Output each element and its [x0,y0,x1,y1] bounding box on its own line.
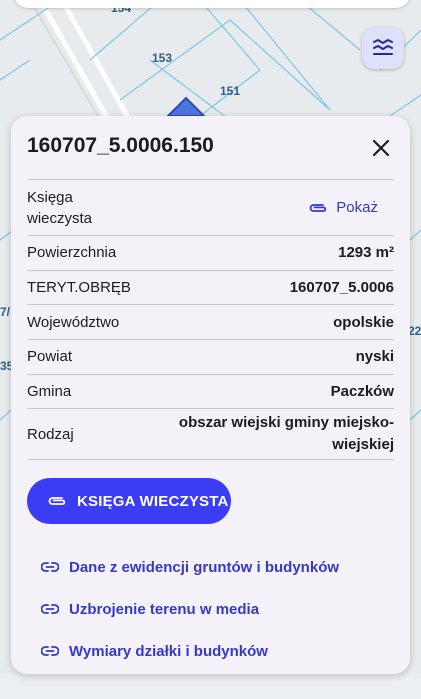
row-value: 1293 m² [338,244,394,262]
row-teryt: TERYT.OBRĘB 160707_5.0006 [27,269,394,305]
row-value: Paczków [330,383,394,401]
row-powiat: Powiat nyski [27,339,394,374]
link-icon [41,604,59,614]
row-gmina: Gmina Paczków [27,373,394,409]
parcel-details: Księga wieczysta Pokaż Powierzchnia 1293… [27,179,394,461]
link-uzbrojenie[interactable]: Uzbrojenie terenu w media [41,588,339,630]
row-wojewodztwo: Województwo opolskie [27,304,394,339]
row-label: Księga wieczysta [27,188,93,227]
row-value: nyski [355,348,394,366]
map-label-151: 151 [220,84,240,98]
row-value: 160707_5.0006 [289,279,394,297]
row-value: opolskie [333,313,394,331]
row-label: Gmina [27,383,72,401]
link-ewidencja[interactable]: Dane z ewidencji gruntów i budynków [41,546,339,588]
link-label: Wymiary działki i budynków [69,642,268,660]
map-label-7: 7/ [0,305,11,319]
close-button[interactable] [367,134,395,162]
kw-button-label: KSIĘGA WIECZYSTA [77,492,229,510]
close-icon [372,139,390,157]
paperclip-icon [309,203,327,212]
link-label: Uzbrojenie terenu w media [69,600,260,618]
row-rodzaj: Rodzaj obszar wiejski gminy miejsko-wiej… [27,408,394,461]
row-powierzchnia: Powierzchnia 1293 m² [27,235,394,270]
parcel-id-title: 160707_5.0006.150 [27,134,214,157]
row-label: Rodzaj [27,425,74,443]
ksiega-wieczysta-button[interactable]: KSIĘGA WIECZYSTA [27,478,231,524]
link-wymiary[interactable]: Wymiary działki i budynków [41,630,339,672]
row-label: Powiat [27,348,73,366]
parcel-info-panel: 160707_5.0006.150 Księga wieczysta Pokaż… [11,116,410,674]
row-label: TERYT.OBRĘB [27,279,131,297]
link-icon [41,562,59,572]
layers-button[interactable] [362,27,404,69]
row-label: Powierzchnia [27,244,117,262]
link-label: Dane z ewidencji gruntów i budynków [69,558,340,576]
action-links: Dane z ewidencji gruntów i budynków Uzbr… [41,546,339,672]
row-label: Województwo [27,313,120,331]
layers-icon [373,39,393,55]
show-ksiega-link[interactable]: Pokaż [308,199,378,216]
row-ksiega-wieczysta: Księga wieczysta Pokaż [27,179,394,235]
show-link-label: Pokaż [336,199,378,216]
link-icon [41,646,59,656]
paperclip-icon [48,497,66,505]
row-value: obszar wiejski gminy miejsko-wiejskiej [178,414,394,454]
map-label-153: 153 [152,51,172,65]
search-card[interactable] [14,0,410,8]
